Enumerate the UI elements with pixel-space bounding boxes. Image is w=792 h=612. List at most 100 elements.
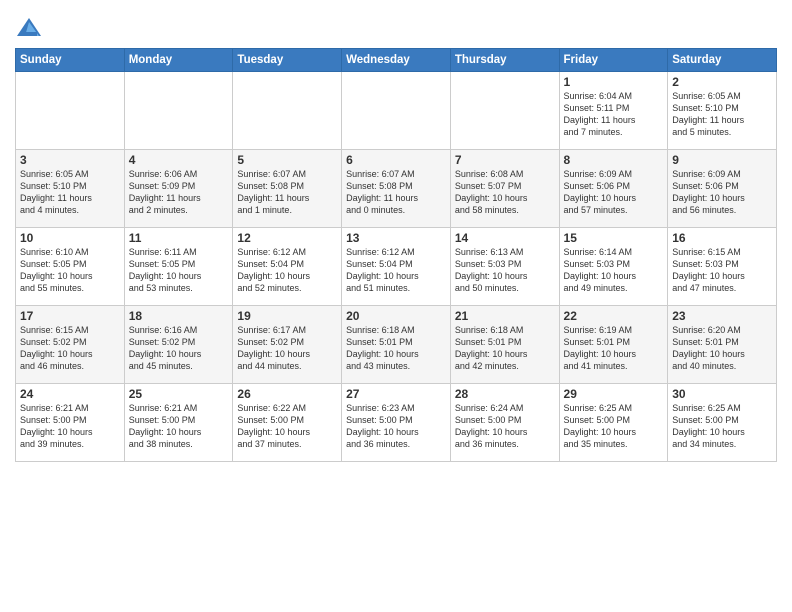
week-row-1: 1Sunrise: 6:04 AM Sunset: 5:11 PM Daylig… (16, 72, 777, 150)
day-info: Sunrise: 6:25 AM Sunset: 5:00 PM Dayligh… (672, 402, 772, 451)
calendar-cell: 14Sunrise: 6:13 AM Sunset: 5:03 PM Dayli… (450, 228, 559, 306)
week-row-4: 17Sunrise: 6:15 AM Sunset: 5:02 PM Dayli… (16, 306, 777, 384)
day-info: Sunrise: 6:15 AM Sunset: 5:02 PM Dayligh… (20, 324, 120, 373)
weekday-header-sunday: Sunday (16, 49, 125, 72)
day-number: 1 (564, 75, 664, 89)
day-info: Sunrise: 6:12 AM Sunset: 5:04 PM Dayligh… (237, 246, 337, 295)
calendar-cell (342, 72, 451, 150)
calendar-cell: 18Sunrise: 6:16 AM Sunset: 5:02 PM Dayli… (124, 306, 233, 384)
calendar-cell (233, 72, 342, 150)
day-number: 11 (129, 231, 229, 245)
weekday-header-thursday: Thursday (450, 49, 559, 72)
calendar-cell: 29Sunrise: 6:25 AM Sunset: 5:00 PM Dayli… (559, 384, 668, 462)
calendar-cell: 5Sunrise: 6:07 AM Sunset: 5:08 PM Daylig… (233, 150, 342, 228)
calendar-cell: 22Sunrise: 6:19 AM Sunset: 5:01 PM Dayli… (559, 306, 668, 384)
day-number: 15 (564, 231, 664, 245)
calendar-cell: 8Sunrise: 6:09 AM Sunset: 5:06 PM Daylig… (559, 150, 668, 228)
calendar-cell: 7Sunrise: 6:08 AM Sunset: 5:07 PM Daylig… (450, 150, 559, 228)
day-number: 7 (455, 153, 555, 167)
day-number: 23 (672, 309, 772, 323)
day-info: Sunrise: 6:20 AM Sunset: 5:01 PM Dayligh… (672, 324, 772, 373)
calendar-cell (124, 72, 233, 150)
calendar-cell: 19Sunrise: 6:17 AM Sunset: 5:02 PM Dayli… (233, 306, 342, 384)
day-number: 8 (564, 153, 664, 167)
day-info: Sunrise: 6:09 AM Sunset: 5:06 PM Dayligh… (564, 168, 664, 217)
day-info: Sunrise: 6:19 AM Sunset: 5:01 PM Dayligh… (564, 324, 664, 373)
day-number: 6 (346, 153, 446, 167)
calendar-cell: 20Sunrise: 6:18 AM Sunset: 5:01 PM Dayli… (342, 306, 451, 384)
day-info: Sunrise: 6:24 AM Sunset: 5:00 PM Dayligh… (455, 402, 555, 451)
day-info: Sunrise: 6:21 AM Sunset: 5:00 PM Dayligh… (129, 402, 229, 451)
day-number: 12 (237, 231, 337, 245)
calendar-cell: 24Sunrise: 6:21 AM Sunset: 5:00 PM Dayli… (16, 384, 125, 462)
day-info: Sunrise: 6:07 AM Sunset: 5:08 PM Dayligh… (237, 168, 337, 217)
day-info: Sunrise: 6:21 AM Sunset: 5:00 PM Dayligh… (20, 402, 120, 451)
weekday-header-tuesday: Tuesday (233, 49, 342, 72)
day-number: 27 (346, 387, 446, 401)
day-number: 9 (672, 153, 772, 167)
day-number: 25 (129, 387, 229, 401)
weekday-header-wednesday: Wednesday (342, 49, 451, 72)
calendar-cell: 17Sunrise: 6:15 AM Sunset: 5:02 PM Dayli… (16, 306, 125, 384)
week-row-2: 3Sunrise: 6:05 AM Sunset: 5:10 PM Daylig… (16, 150, 777, 228)
day-info: Sunrise: 6:08 AM Sunset: 5:07 PM Dayligh… (455, 168, 555, 217)
day-number: 2 (672, 75, 772, 89)
page: SundayMondayTuesdayWednesdayThursdayFrid… (0, 0, 792, 472)
day-number: 22 (564, 309, 664, 323)
day-info: Sunrise: 6:09 AM Sunset: 5:06 PM Dayligh… (672, 168, 772, 217)
calendar-cell: 4Sunrise: 6:06 AM Sunset: 5:09 PM Daylig… (124, 150, 233, 228)
day-info: Sunrise: 6:07 AM Sunset: 5:08 PM Dayligh… (346, 168, 446, 217)
day-number: 18 (129, 309, 229, 323)
calendar-cell: 30Sunrise: 6:25 AM Sunset: 5:00 PM Dayli… (668, 384, 777, 462)
day-number: 13 (346, 231, 446, 245)
calendar-cell: 15Sunrise: 6:14 AM Sunset: 5:03 PM Dayli… (559, 228, 668, 306)
day-number: 24 (20, 387, 120, 401)
calendar-cell: 1Sunrise: 6:04 AM Sunset: 5:11 PM Daylig… (559, 72, 668, 150)
calendar-cell: 13Sunrise: 6:12 AM Sunset: 5:04 PM Dayli… (342, 228, 451, 306)
day-number: 21 (455, 309, 555, 323)
week-row-5: 24Sunrise: 6:21 AM Sunset: 5:00 PM Dayli… (16, 384, 777, 462)
day-number: 14 (455, 231, 555, 245)
calendar-cell: 10Sunrise: 6:10 AM Sunset: 5:05 PM Dayli… (16, 228, 125, 306)
day-info: Sunrise: 6:10 AM Sunset: 5:05 PM Dayligh… (20, 246, 120, 295)
calendar-cell: 12Sunrise: 6:12 AM Sunset: 5:04 PM Dayli… (233, 228, 342, 306)
day-number: 30 (672, 387, 772, 401)
weekday-header-friday: Friday (559, 49, 668, 72)
weekday-header-monday: Monday (124, 49, 233, 72)
day-number: 10 (20, 231, 120, 245)
day-number: 19 (237, 309, 337, 323)
day-info: Sunrise: 6:15 AM Sunset: 5:03 PM Dayligh… (672, 246, 772, 295)
day-info: Sunrise: 6:18 AM Sunset: 5:01 PM Dayligh… (346, 324, 446, 373)
day-number: 17 (20, 309, 120, 323)
day-info: Sunrise: 6:22 AM Sunset: 5:00 PM Dayligh… (237, 402, 337, 451)
calendar-cell: 21Sunrise: 6:18 AM Sunset: 5:01 PM Dayli… (450, 306, 559, 384)
calendar-cell (450, 72, 559, 150)
calendar-cell: 3Sunrise: 6:05 AM Sunset: 5:10 PM Daylig… (16, 150, 125, 228)
calendar-cell: 28Sunrise: 6:24 AM Sunset: 5:00 PM Dayli… (450, 384, 559, 462)
day-info: Sunrise: 6:23 AM Sunset: 5:00 PM Dayligh… (346, 402, 446, 451)
day-number: 20 (346, 309, 446, 323)
weekday-header-saturday: Saturday (668, 49, 777, 72)
logo (15, 14, 47, 42)
day-number: 16 (672, 231, 772, 245)
calendar-cell: 9Sunrise: 6:09 AM Sunset: 5:06 PM Daylig… (668, 150, 777, 228)
day-info: Sunrise: 6:11 AM Sunset: 5:05 PM Dayligh… (129, 246, 229, 295)
weekday-header-row: SundayMondayTuesdayWednesdayThursdayFrid… (16, 49, 777, 72)
calendar-cell (16, 72, 125, 150)
day-info: Sunrise: 6:16 AM Sunset: 5:02 PM Dayligh… (129, 324, 229, 373)
day-info: Sunrise: 6:25 AM Sunset: 5:00 PM Dayligh… (564, 402, 664, 451)
calendar-cell: 11Sunrise: 6:11 AM Sunset: 5:05 PM Dayli… (124, 228, 233, 306)
calendar-cell: 25Sunrise: 6:21 AM Sunset: 5:00 PM Dayli… (124, 384, 233, 462)
day-number: 26 (237, 387, 337, 401)
day-info: Sunrise: 6:13 AM Sunset: 5:03 PM Dayligh… (455, 246, 555, 295)
day-info: Sunrise: 6:17 AM Sunset: 5:02 PM Dayligh… (237, 324, 337, 373)
logo-icon (15, 14, 43, 42)
day-number: 28 (455, 387, 555, 401)
calendar-cell: 6Sunrise: 6:07 AM Sunset: 5:08 PM Daylig… (342, 150, 451, 228)
calendar-cell: 23Sunrise: 6:20 AM Sunset: 5:01 PM Dayli… (668, 306, 777, 384)
day-info: Sunrise: 6:06 AM Sunset: 5:09 PM Dayligh… (129, 168, 229, 217)
calendar-cell: 2Sunrise: 6:05 AM Sunset: 5:10 PM Daylig… (668, 72, 777, 150)
day-info: Sunrise: 6:05 AM Sunset: 5:10 PM Dayligh… (672, 90, 772, 139)
calendar-cell: 16Sunrise: 6:15 AM Sunset: 5:03 PM Dayli… (668, 228, 777, 306)
day-number: 4 (129, 153, 229, 167)
